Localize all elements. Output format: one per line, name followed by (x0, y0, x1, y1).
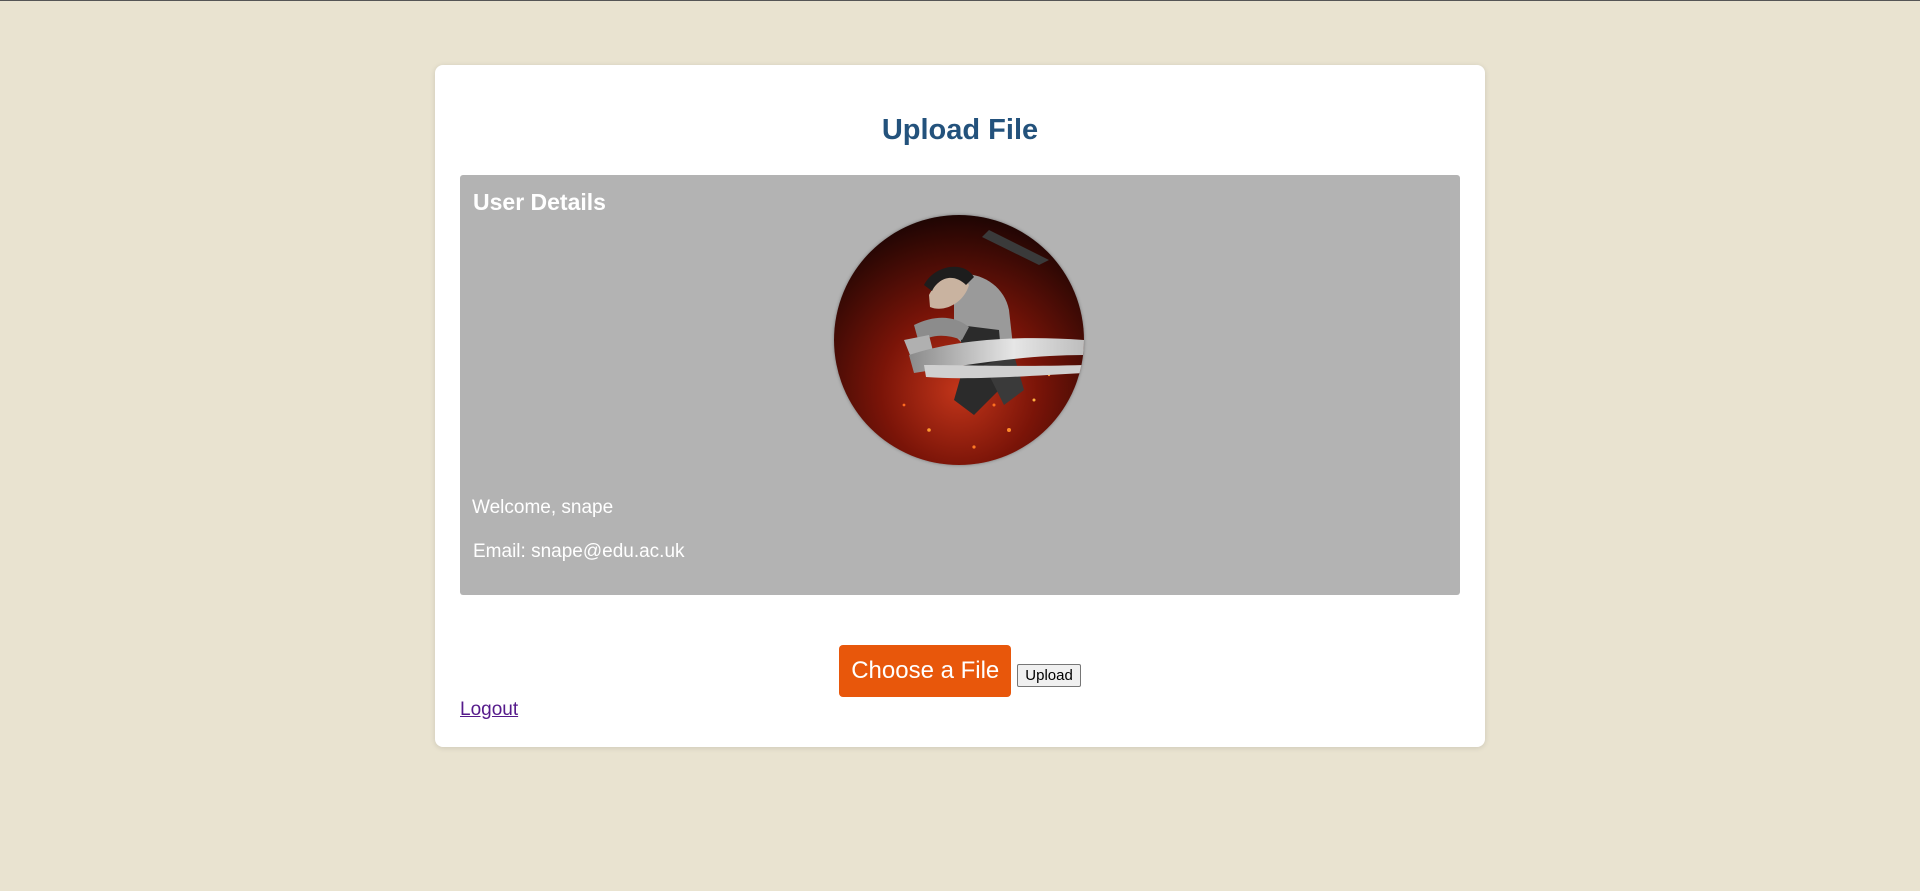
page-title: Upload File (881, 114, 1039, 146)
avatar (834, 215, 1084, 465)
user-email: Email: snape@edu.ac.uk (473, 541, 685, 562)
user-details-heading: User Details (473, 189, 606, 215)
logout-link[interactable]: Logout (460, 699, 518, 721)
choose-file-button[interactable]: Choose a File (839, 645, 1012, 697)
avatar-image (834, 215, 1084, 465)
upload-controls: Choose a File Upload (435, 645, 1485, 697)
user-details-panel: User Details Welcome, snape Email: snape… (460, 175, 1460, 595)
upload-card: Upload File User Details Welcome, snape … (435, 65, 1485, 747)
upload-button[interactable]: Upload (1017, 663, 1081, 687)
welcome-message: Welcome, snape (472, 497, 614, 518)
